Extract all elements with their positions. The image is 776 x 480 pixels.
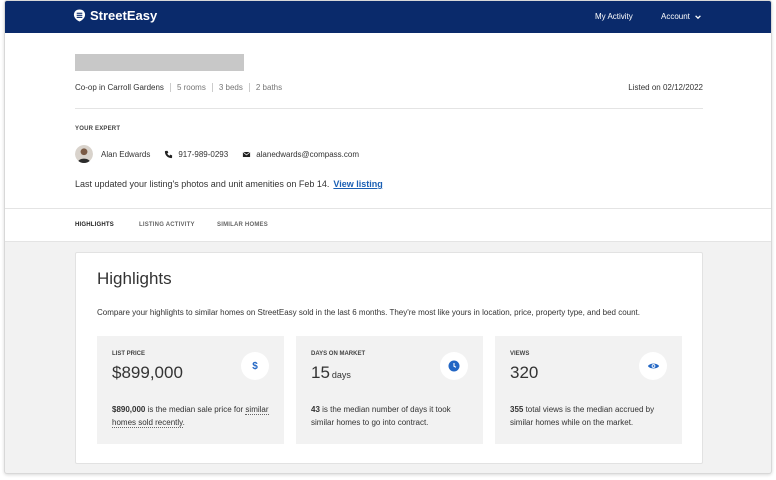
chevron-down-icon bbox=[695, 14, 701, 19]
expert-phone[interactable]: 917-989-0293 bbox=[178, 150, 228, 159]
listing-meta: Co-op in Carroll Gardens 5 rooms 3 beds … bbox=[75, 83, 288, 92]
stat-label: DAYS ON MARKET bbox=[311, 351, 366, 357]
listing-rooms: 5 rooms bbox=[169, 83, 212, 92]
phone-icon bbox=[165, 150, 173, 158]
stat-views: VIEWS 320 355 total views is the median … bbox=[495, 336, 682, 444]
my-activity-link[interactable]: My Activity bbox=[595, 12, 633, 21]
account-label: Account bbox=[661, 12, 690, 21]
expert-name: Alan Edwards bbox=[101, 149, 151, 159]
stat-label: LIST PRICE bbox=[112, 351, 146, 357]
expert-email[interactable]: alanedwards@compass.com bbox=[256, 150, 359, 159]
app-window: StreetEasy My Activity Account Co-op in … bbox=[4, 0, 772, 474]
redacted-address bbox=[75, 54, 244, 71]
last-updated-note: Last updated your listing's photos and u… bbox=[75, 179, 383, 189]
stat-value: 15 days bbox=[311, 363, 351, 382]
listed-date: Listed on 02/12/2022 bbox=[628, 83, 703, 92]
tab-highlights[interactable]: HIGHLIGHTS bbox=[75, 222, 114, 228]
highlights-title: Highlights bbox=[97, 269, 172, 288]
listing-type: Co-op in Carroll Gardens bbox=[75, 83, 164, 92]
divider bbox=[75, 108, 703, 109]
listing-beds: 3 beds bbox=[211, 83, 249, 92]
streeteasy-logo-icon bbox=[73, 9, 86, 22]
avatar bbox=[75, 145, 93, 163]
email-icon bbox=[242, 151, 251, 157]
brand-logo[interactable]: StreetEasy bbox=[73, 8, 157, 23]
stat-list-price: LIST PRICE $899,000 $ $890,000 is the me… bbox=[97, 336, 284, 444]
last-updated-text: Last updated your listing's photos and u… bbox=[75, 179, 330, 189]
listing-header: Co-op in Carroll Gardens 5 rooms 3 beds … bbox=[5, 33, 771, 209]
stat-days-on-market: DAYS ON MARKET 15 days 43 is the median n… bbox=[296, 336, 483, 444]
tab-similar-homes[interactable]: SIMILAR HOMES bbox=[217, 222, 268, 228]
expert-section-label: YOUR EXPERT bbox=[75, 126, 121, 132]
eye-icon bbox=[639, 352, 667, 380]
tab-listing-activity[interactable]: LISTING ACTIVITY bbox=[139, 222, 195, 228]
view-listing-link[interactable]: View listing bbox=[333, 179, 382, 189]
dollar-icon: $ bbox=[241, 352, 269, 380]
listing-baths: 2 baths bbox=[248, 83, 288, 92]
brand-name: StreetEasy bbox=[90, 8, 158, 23]
tab-bar: HIGHLIGHTS LISTING ACTIVITY SIMILAR HOME… bbox=[5, 209, 771, 242]
stat-comparison: 355 total views is the median accrued by… bbox=[510, 405, 655, 427]
stat-label: VIEWS bbox=[510, 351, 530, 357]
stat-comparison: $890,000 is the median sale price for si… bbox=[112, 405, 269, 428]
highlights-card: Highlights Compare your highlights to si… bbox=[75, 252, 703, 464]
clock-icon bbox=[440, 352, 468, 380]
stat-value: 320 bbox=[510, 363, 539, 382]
stat-comparison: 43 is the median number of days it took … bbox=[311, 405, 451, 427]
stat-value: $899,000 bbox=[112, 363, 183, 382]
top-nav: StreetEasy My Activity Account bbox=[5, 1, 771, 33]
account-menu[interactable]: Account bbox=[661, 12, 702, 21]
highlights-description: Compare your highlights to similar homes… bbox=[97, 308, 640, 317]
expert-info: Alan Edwards 917-989-0293 alanedwards@co… bbox=[75, 145, 359, 163]
